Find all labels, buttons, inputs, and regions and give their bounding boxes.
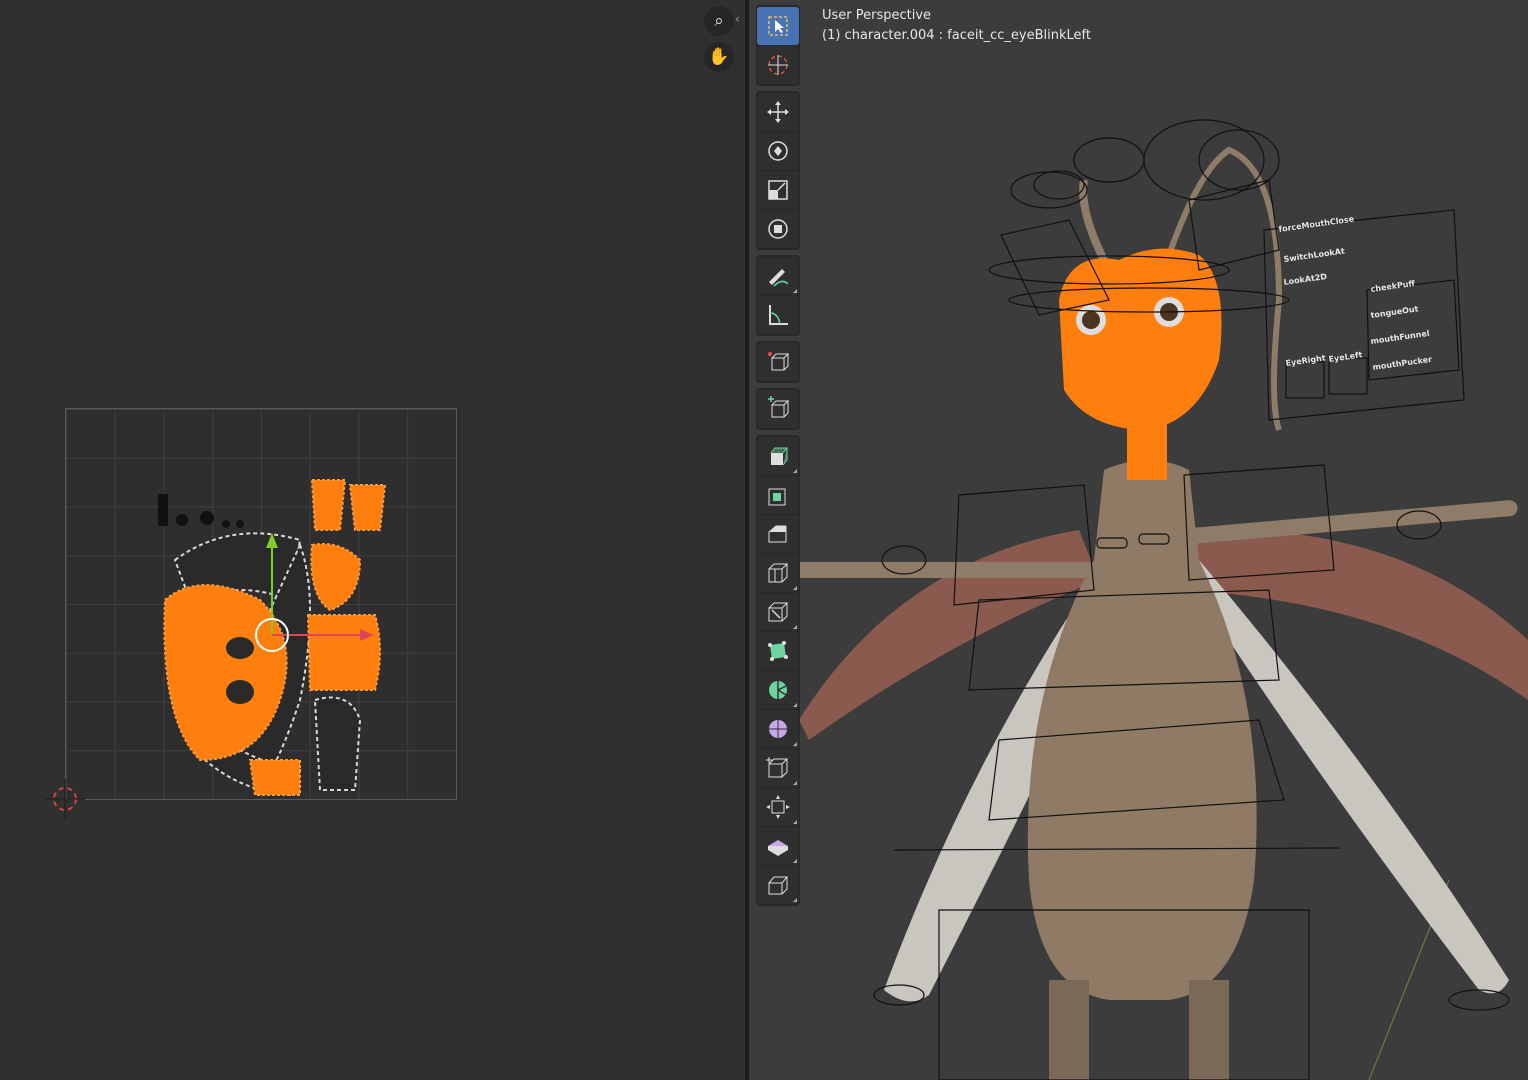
uv-islands[interactable] (0, 0, 745, 1080)
scale-tool-icon[interactable] (757, 171, 799, 209)
rig-label-mouth-pucker: mouthPucker (1372, 355, 1433, 372)
add-cube-alt-tool-icon[interactable] (757, 390, 799, 428)
annotate-tool-icon[interactable] (757, 257, 799, 295)
tool-shelf (756, 5, 800, 911)
rip-region-tool-icon[interactable] (757, 866, 799, 904)
bevel-tool-icon[interactable] (757, 515, 799, 553)
rig-label-cheek-puff: cheekPuff (1370, 279, 1416, 294)
add-cube-tool-icon[interactable] (757, 343, 799, 381)
3d-viewport[interactable]: forceMouthClose SwitchLookAt LookAt2D ch… (749, 0, 1528, 1080)
pan-hand-icon[interactable]: ✋ (704, 42, 734, 72)
loop-cut-tool-icon[interactable] (757, 554, 799, 592)
shear-tool-icon[interactable] (757, 827, 799, 865)
extrude-region-tool-icon[interactable] (757, 437, 799, 475)
rig-label-eye-left: EyeLeft (1328, 350, 1363, 364)
inset-faces-tool-icon[interactable] (757, 476, 799, 514)
rig-label-look-at-2d: LookAt2D (1283, 272, 1328, 287)
viewport-info: User Perspective (1) character.004 : fac… (822, 6, 1091, 46)
knife-tool-icon[interactable] (757, 593, 799, 631)
cursor-tool-icon[interactable] (757, 46, 799, 84)
uv-editor[interactable]: ⌕ ✋ ‹ (0, 0, 745, 1080)
uv-2d-cursor[interactable] (45, 779, 85, 819)
rig-label-switch-look-at: SwitchLookAt (1283, 246, 1345, 264)
measure-tool-icon[interactable] (757, 296, 799, 334)
shrink-fatten-tool-icon[interactable] (757, 788, 799, 826)
transform-tool-icon[interactable] (757, 210, 799, 248)
rig-label-force-mouth-close: forceMouthClose (1278, 214, 1355, 234)
collapse-arrow-icon[interactable]: ‹ (735, 12, 740, 26)
edge-slide-tool-icon[interactable] (757, 749, 799, 787)
rotate-tool-icon[interactable] (757, 132, 799, 170)
object-info: (1) character.004 : faceit_cc_eyeBlinkLe… (822, 28, 1091, 43)
move-tool-icon[interactable] (757, 93, 799, 131)
poly-build-tool-icon[interactable] (757, 632, 799, 670)
view-name: User Perspective (822, 8, 932, 23)
rig-label-mouth-funnel: mouthFunnel (1370, 329, 1430, 346)
zoom-icon[interactable]: ⌕ (704, 6, 734, 36)
select-box-tool-icon[interactable] (757, 7, 799, 45)
rig-label-tongue-out: tongueOut (1370, 304, 1419, 320)
viewport-scene[interactable]: forceMouthClose SwitchLookAt LookAt2D ch… (749, 0, 1528, 1080)
spin-tool-icon[interactable] (757, 671, 799, 709)
smooth-tool-icon[interactable] (757, 710, 799, 748)
rig-label-eye-right: EyeRight (1285, 353, 1326, 368)
